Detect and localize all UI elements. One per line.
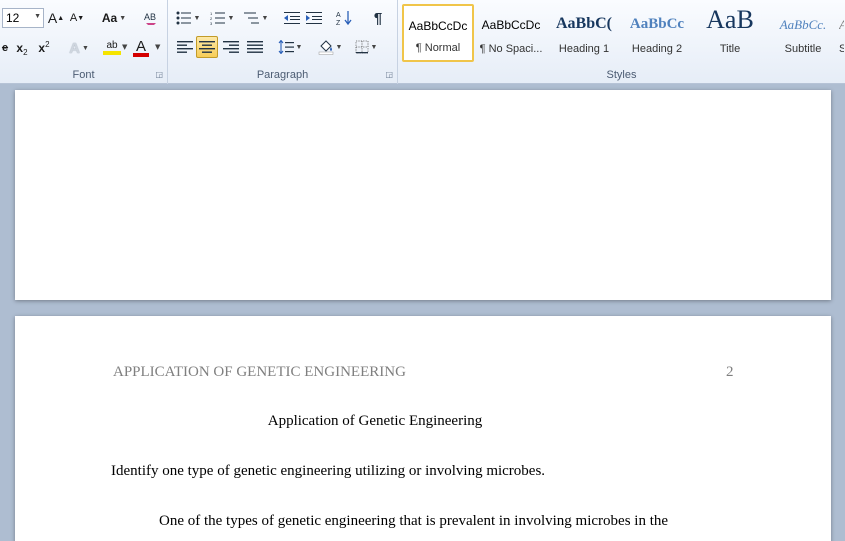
- borders-button[interactable]: ▼: [352, 36, 380, 58]
- dialog-launcher-icon[interactable]: ◲: [155, 70, 163, 79]
- numbering-button[interactable]: 1 2 3 ▼: [208, 7, 236, 29]
- style-subtitle[interactable]: AaBbCc. Subtitle: [767, 4, 839, 62]
- style-normal[interactable]: AaBbCcDc ¶ Normal: [402, 4, 474, 62]
- superscript-button[interactable]: x2: [34, 37, 54, 59]
- style-name: Title: [719, 43, 741, 55]
- bullets-icon: [176, 11, 191, 25]
- increase-indent-icon: [306, 12, 322, 24]
- font-group-label: Font: [72, 69, 95, 81]
- style-no-spacing[interactable]: AaBbCcDc ¶ No Spaci...: [475, 4, 547, 62]
- chevron-down-icon[interactable]: ▼: [122, 43, 127, 51]
- ribbon: 12 ▼ A ▲ A ▼ Aa ▼ AB e x2 x2 A ▼ ab ▼ A …: [0, 0, 845, 84]
- numbering-icon: 123: [210, 11, 225, 25]
- bullets-button[interactable]: ▼: [174, 7, 202, 29]
- clear-formatting-icon: AB: [144, 12, 156, 25]
- svg-text:3: 3: [210, 21, 213, 25]
- dialog-launcher-icon[interactable]: ◲: [385, 70, 393, 79]
- paint-bucket-icon: [318, 40, 333, 55]
- align-center-icon: [199, 41, 215, 53]
- style-name: Heading 1: [558, 43, 610, 55]
- justify-icon: [247, 41, 263, 53]
- style-sample: A: [839, 17, 844, 33]
- style-sample: AaBbCcDc: [408, 19, 468, 33]
- style-title[interactable]: AaB Title: [694, 4, 766, 62]
- style-sample: AaBbC(: [555, 15, 612, 32]
- sort-icon: AZ: [336, 11, 352, 26]
- style-name: Heading 2: [631, 43, 683, 55]
- font-size-box[interactable]: 12 ▼: [2, 8, 44, 28]
- align-right-icon: [223, 41, 239, 53]
- style-subtle-emphasis[interactable]: A S: [838, 4, 845, 62]
- chevron-down-icon[interactable]: ▼: [155, 43, 160, 51]
- style-sample: AaBbCcDc: [481, 18, 541, 32]
- font-color-bar: [133, 52, 149, 57]
- shading-button[interactable]: ▼: [316, 36, 344, 58]
- style-heading-1[interactable]: AaBbC( Heading 1: [548, 4, 620, 62]
- increase-indent-button[interactable]: [304, 7, 324, 29]
- justify-button[interactable]: [244, 36, 266, 58]
- align-left-icon: [177, 41, 193, 53]
- document-page-2[interactable]: APPLICATION OF GENETIC ENGINEERING 2 App…: [15, 316, 831, 541]
- change-case-button[interactable]: Aa ▼: [100, 7, 128, 29]
- align-center-button[interactable]: [196, 36, 218, 58]
- font-color-button[interactable]: A: [130, 37, 152, 59]
- question-text: Identify one type of genetic engineering…: [111, 463, 546, 479]
- shrink-font-button[interactable]: A ▼: [68, 7, 86, 29]
- align-right-button[interactable]: [220, 36, 242, 58]
- style-sample: AaBbCc: [629, 16, 685, 32]
- page-header-text: APPLICATION OF GENETIC ENGINEERING: [113, 364, 406, 380]
- line-spacing-button[interactable]: ▼: [276, 36, 304, 58]
- multilevel-list-button[interactable]: ▼: [242, 7, 270, 29]
- font-group: 12 ▼ A ▲ A ▼ Aa ▼ AB e x2 x2 A ▼ ab ▼ A …: [0, 0, 168, 84]
- document-title: Application of Genetic Engineering: [267, 413, 483, 429]
- font-size-value: 12: [6, 11, 20, 25]
- subscript-button[interactable]: x2: [12, 37, 32, 59]
- style-heading-2[interactable]: AaBbCc Heading 2: [621, 4, 693, 62]
- paragraph-group: ▼ 1 2 3 ▼ ▼ AZ ¶ ▼ ▼ ▼ Paragraph ◲: [168, 0, 398, 84]
- borders-icon: [355, 40, 368, 54]
- strikethrough-button[interactable]: e: [0, 37, 10, 59]
- decrease-indent-icon: [284, 12, 300, 24]
- body-paragraph: One of the types of genetic engineering …: [159, 513, 669, 529]
- chevron-down-icon[interactable]: ▼: [34, 13, 41, 20]
- styles-group-label: Styles: [606, 69, 637, 81]
- line-spacing-icon: [278, 40, 294, 54]
- highlight-color-bar: [103, 51, 121, 55]
- clear-formatting-button[interactable]: AB: [140, 7, 162, 29]
- align-left-button[interactable]: [174, 36, 196, 58]
- style-name: S: [839, 43, 844, 55]
- grow-font-button[interactable]: A ▲: [47, 7, 65, 29]
- styles-gallery: AaBbCcDc ¶ Normal AaBbCcDc ¶ No Spaci...…: [402, 4, 845, 64]
- decrease-indent-button[interactable]: [282, 7, 302, 29]
- sort-button[interactable]: AZ: [334, 7, 354, 29]
- style-name: Subtitle: [784, 43, 822, 55]
- paragraph-group-label: Paragraph: [256, 69, 309, 81]
- style-name: ¶ Normal: [415, 42, 461, 54]
- page-number: 2: [726, 364, 734, 380]
- style-name: ¶ No Spaci...: [479, 43, 543, 55]
- multilevel-list-icon: [243, 12, 259, 24]
- style-sample: AaB: [706, 5, 754, 34]
- text-effects-button[interactable]: A ▼: [66, 37, 92, 59]
- document-page-1[interactable]: [15, 90, 831, 300]
- svg-text:Z: Z: [336, 20, 341, 26]
- show-marks-button[interactable]: ¶: [368, 7, 388, 29]
- style-sample: AaBbCc.: [779, 17, 827, 32]
- svg-text:A: A: [336, 12, 341, 19]
- svg-text:B: B: [150, 12, 156, 22]
